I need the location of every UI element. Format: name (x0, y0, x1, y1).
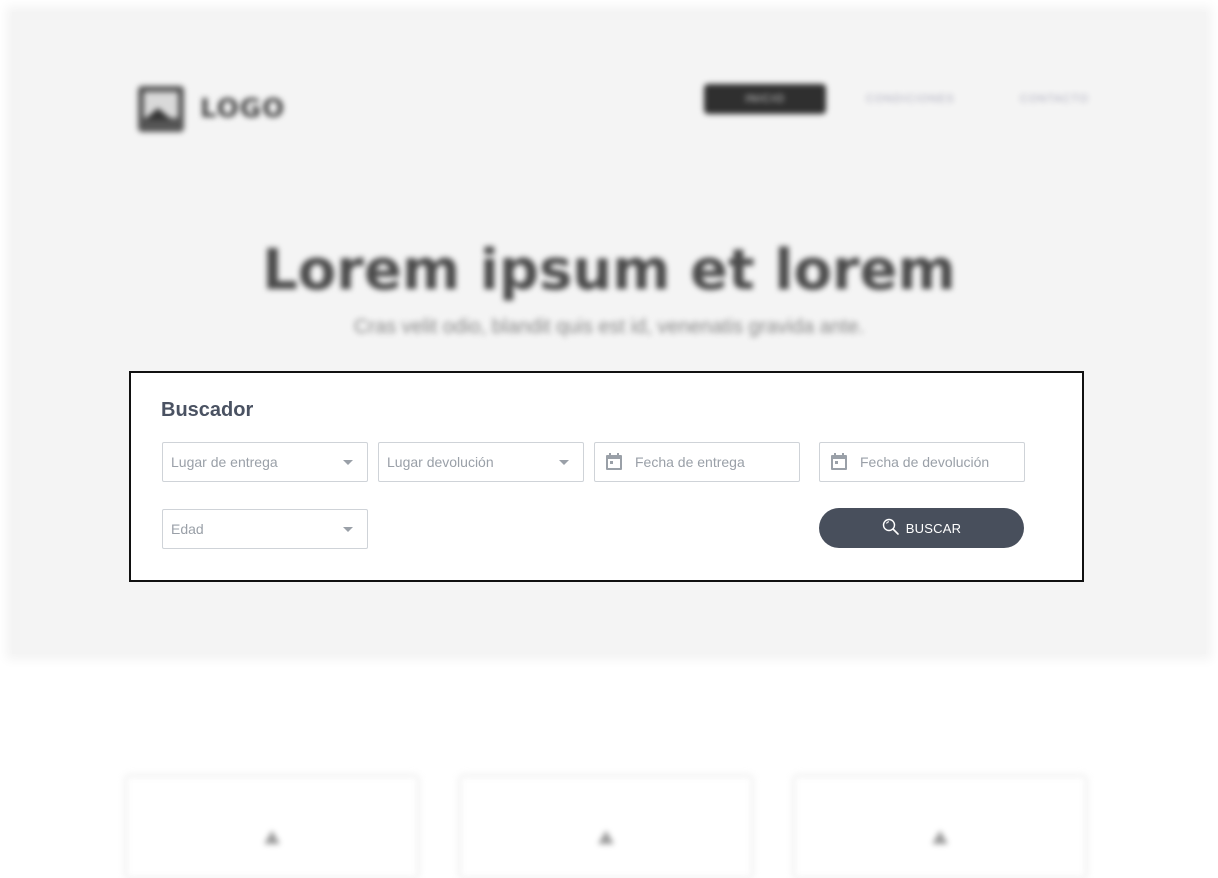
search-button-label: BUSCAR (905, 520, 962, 536)
pickup-date-placeholder: Fecha de entrega (635, 454, 745, 470)
age-placeholder: Edad (171, 521, 204, 537)
logo-image-icon (138, 86, 184, 132)
logo-text: LOGO (200, 94, 286, 124)
return-location-select[interactable]: Lugar devolución (378, 442, 584, 482)
nav-item-condiciones[interactable]: Condiciones (866, 84, 955, 114)
return-location-placeholder: Lugar devolución (387, 454, 494, 470)
pickup-location-placeholder: Lugar de entrega (171, 454, 278, 470)
search-panel: Buscador Lugar de entrega Lugar devoluci… (129, 371, 1084, 582)
search-icon (882, 518, 900, 539)
feature-card[interactable]: ⛰ (794, 776, 1086, 878)
calendar-icon (830, 453, 848, 471)
nav-item-inicio[interactable]: Inicio (704, 84, 826, 114)
search-button[interactable]: BUSCAR (819, 508, 1024, 548)
return-date-placeholder: Fecha de devolución (860, 454, 990, 470)
nav-item-contacto[interactable]: Contacto (1020, 84, 1089, 114)
image-icon: ⛰ (597, 825, 615, 849)
pickup-location-select[interactable]: Lugar de entrega (162, 442, 368, 482)
feature-card[interactable]: ⛰ (126, 776, 418, 878)
chevron-down-icon (343, 459, 353, 465)
age-select[interactable]: Edad (162, 509, 368, 549)
hero-title: Lorem ipsum et lorem (262, 238, 956, 303)
pickup-date-field[interactable]: Fecha de entrega (594, 442, 800, 482)
image-icon: ⛰ (931, 825, 949, 849)
chevron-down-icon (343, 526, 353, 532)
chevron-down-icon (559, 459, 569, 465)
image-icon: ⛰ (263, 825, 281, 849)
panel-title: Buscador (161, 399, 254, 421)
calendar-icon (605, 453, 623, 471)
return-date-field[interactable]: Fecha de devolución (819, 442, 1025, 482)
feature-card[interactable]: ⛰ (460, 776, 752, 878)
hero-subtitle: Cras velit odio, blandit quis est id, ve… (353, 316, 865, 338)
site-logo[interactable]: LOGO (138, 86, 285, 132)
